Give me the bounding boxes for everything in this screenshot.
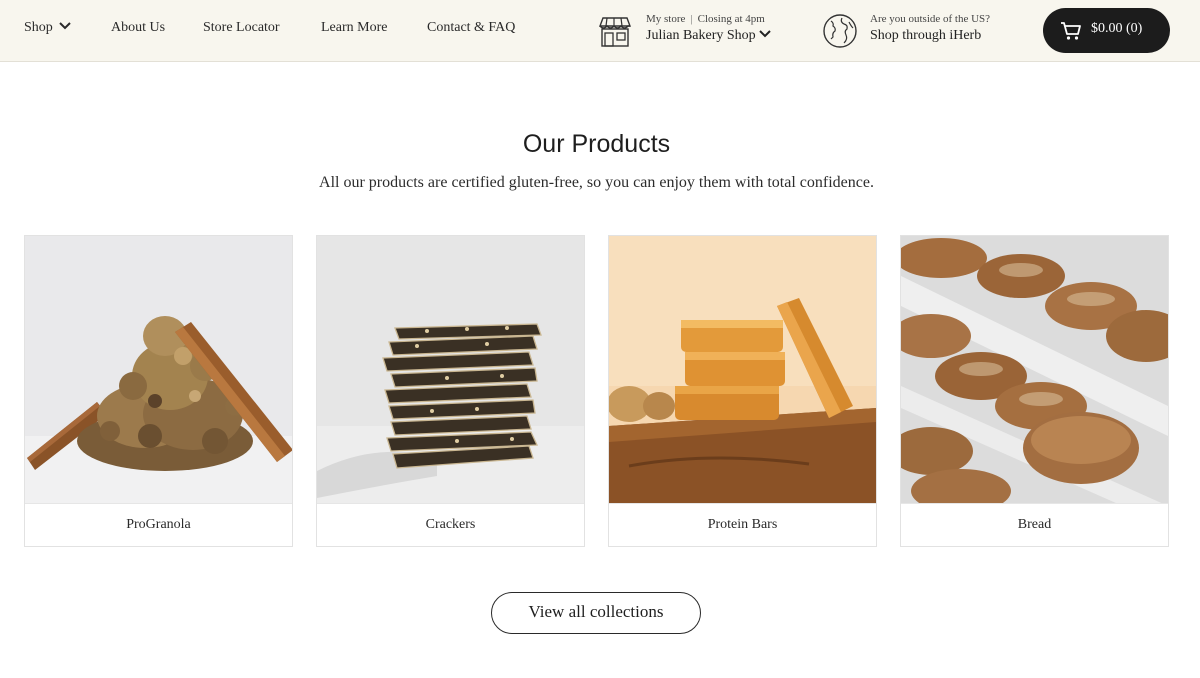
nav-contact-faq-label: Contact & FAQ [427,20,516,35]
nav-learn-more[interactable]: Learn More [321,20,387,36]
product-card-protein-bars[interactable]: Protein Bars [608,235,877,547]
nav-shop[interactable]: Shop [24,20,71,36]
chevron-down-icon [59,19,71,35]
cart-total: $0.00 (0) [1091,21,1143,36]
international-link[interactable]: Shop through iHerb [870,28,990,44]
nav-about-us-label: About Us [111,20,166,35]
product-image-progranola [25,236,292,503]
chevron-down-icon [758,27,771,43]
product-label-crackers: Crackers [317,503,584,547]
store-separator: | [690,13,693,25]
store-hours: Closing at 4pm [697,13,765,25]
product-label-protein-bars: Protein Bars [609,503,876,547]
storefront-icon [598,14,632,48]
nav-about-us[interactable]: About Us [111,20,165,36]
site-header: Shop About Us Store Locator Learn More C… [0,0,1200,62]
section-title: Our Products [522,130,671,158]
view-all-collections-button[interactable]: View all collections [491,592,701,634]
cart-button[interactable]: $0.00 (0) [1043,8,1170,53]
product-image-bread [901,236,1168,503]
product-label-bread: Bread [901,503,1168,547]
nav-learn-more-label: Learn More [321,20,388,35]
section-subtitle: All our products are certified gluten-fr… [319,174,874,191]
product-card-bread[interactable]: Bread [900,235,1169,547]
nav-shop-label: Shop [24,20,53,35]
product-label-progranola: ProGranola [25,503,292,547]
product-card-progranola[interactable]: ProGranola [24,235,293,547]
product-image-protein-bars [609,236,876,503]
store-name: Julian Bakery Shop [646,28,756,43]
product-image-crackers [317,236,584,503]
globe-icon [822,13,858,49]
nav-store-locator-label: Store Locator [203,20,280,35]
nav-contact-faq[interactable]: Contact & FAQ [427,20,515,36]
store-label: My store [646,13,686,25]
cart-icon [1060,21,1082,41]
nav-store-locator[interactable]: Store Locator [203,20,280,36]
international-question: Are you outside of the US? [870,13,991,25]
product-card-crackers[interactable]: Crackers [316,235,585,547]
